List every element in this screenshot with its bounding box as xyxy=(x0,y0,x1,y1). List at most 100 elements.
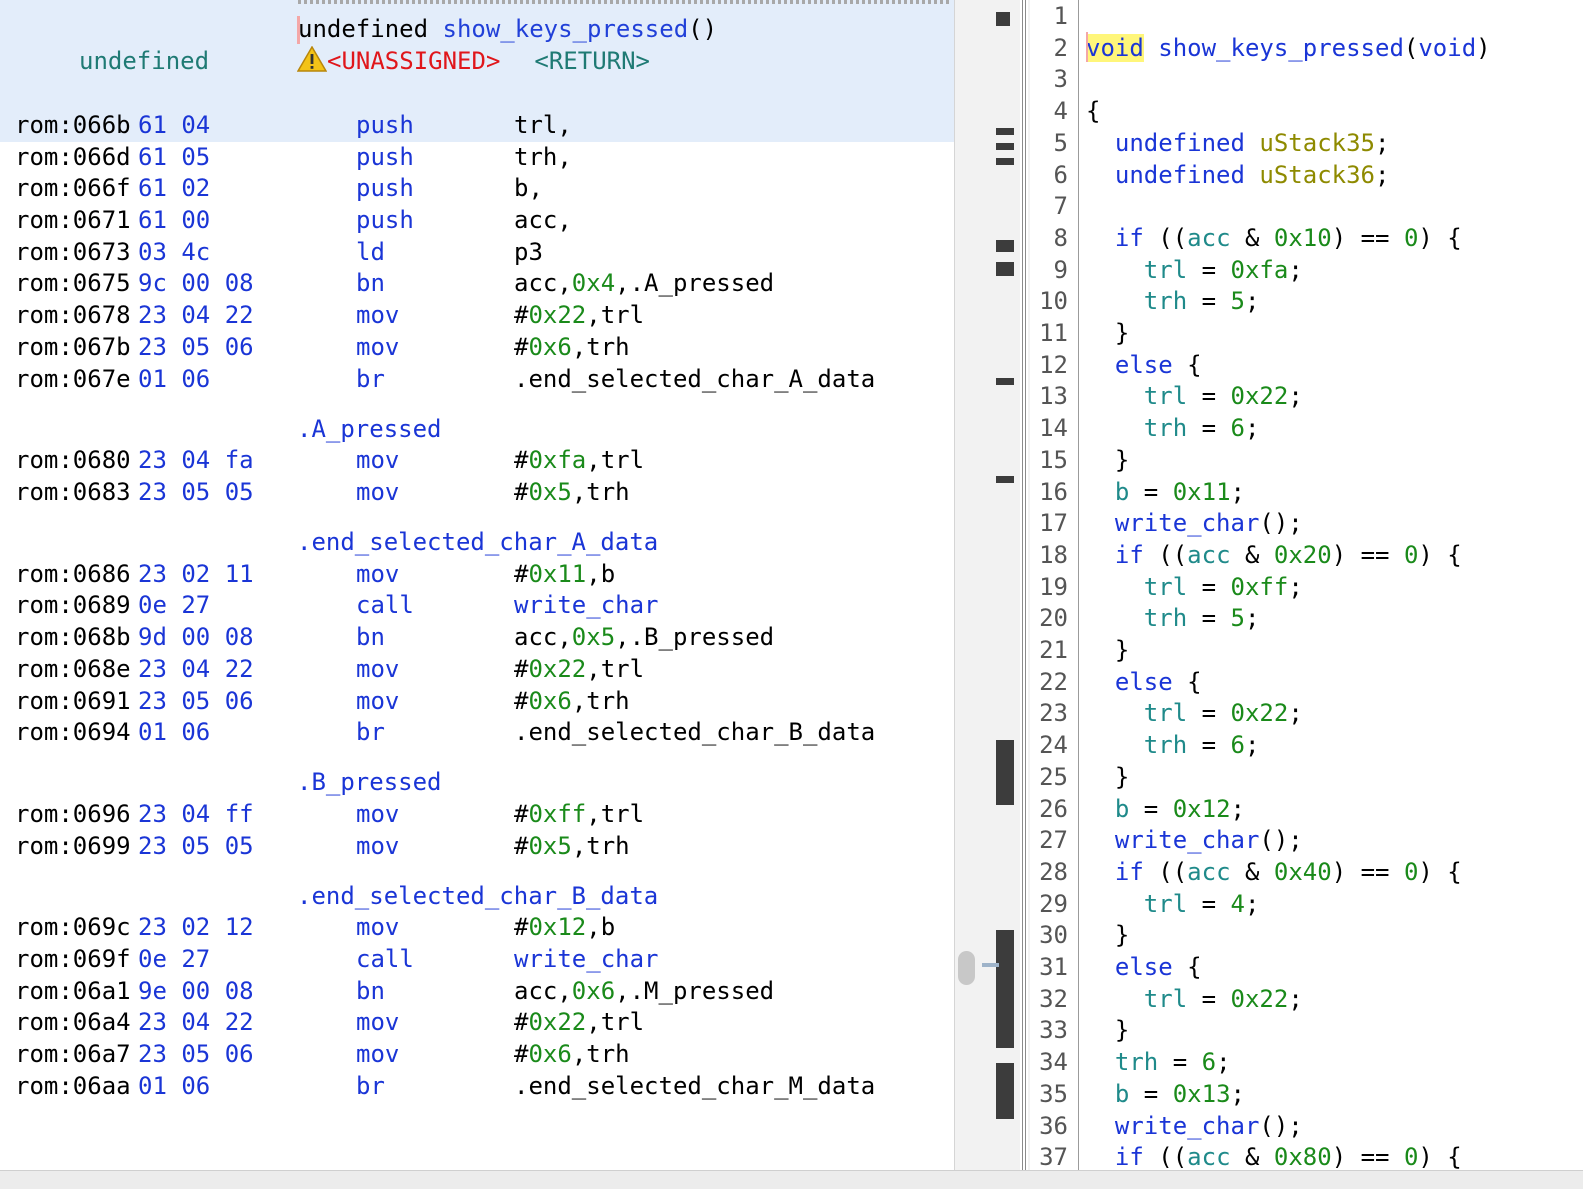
token-num[interactable]: 0 xyxy=(1404,224,1418,252)
operand-text[interactable]: # xyxy=(514,301,528,329)
token-num[interactable]: 5 xyxy=(1231,604,1245,632)
code-line[interactable]: write_char(); xyxy=(1086,824,1303,856)
code-line[interactable]: else { xyxy=(1086,951,1202,983)
operand-scalar[interactable]: 0x5 xyxy=(528,478,571,506)
operand-text[interactable]: .end_selected_char_M_data xyxy=(514,1072,875,1100)
token-ty[interactable]: undefined xyxy=(1115,161,1245,189)
mnemonic[interactable]: mov xyxy=(356,798,399,830)
address[interactable]: rom:0675 xyxy=(15,267,131,299)
token-reg[interactable]: b xyxy=(1115,1080,1129,1108)
instruction-bytes[interactable]: 23 02 12 xyxy=(138,911,254,943)
mnemonic[interactable]: mov xyxy=(356,299,399,331)
operands[interactable]: write_char xyxy=(514,589,659,621)
token-num[interactable]: 4 xyxy=(1231,890,1245,918)
code-label[interactable]: .B_pressed xyxy=(297,766,442,798)
token-reg[interactable]: trl xyxy=(1144,699,1187,727)
mnemonic[interactable]: mov xyxy=(356,444,399,476)
token-reg[interactable]: trl xyxy=(1144,573,1187,601)
operand-text[interactable]: # xyxy=(514,333,528,361)
code-label[interactable]: .A_pressed xyxy=(297,413,442,445)
token-num[interactable]: 6 xyxy=(1202,1048,1216,1076)
instruction-bytes[interactable]: 23 04 22 xyxy=(138,299,254,331)
token-kw[interactable]: else xyxy=(1115,668,1173,696)
code-line[interactable]: if ((acc & 0x10) == 0) { xyxy=(1086,222,1462,254)
code-line[interactable]: b = 0x12; xyxy=(1086,793,1245,825)
code-line[interactable]: } xyxy=(1086,444,1129,476)
instruction-bytes[interactable]: 9c 00 08 xyxy=(138,267,254,299)
token-reg[interactable]: trh xyxy=(1144,287,1187,315)
code-line[interactable]: else { xyxy=(1086,349,1202,381)
operand-scalar[interactable]: 0x5 xyxy=(572,623,615,651)
operands[interactable]: acc,0x5,.B_pressed xyxy=(514,621,774,653)
operand-text[interactable]: acc, xyxy=(514,977,572,1005)
token-reg[interactable]: acc xyxy=(1187,541,1230,569)
mnemonic[interactable]: call xyxy=(356,943,414,975)
mnemonic[interactable]: mov xyxy=(356,1038,399,1070)
operand-text[interactable]: # xyxy=(514,800,528,828)
code-line[interactable]: if ((acc & 0x80) == 0) { xyxy=(1086,1141,1462,1170)
code-line[interactable]: trl = 0x22; xyxy=(1086,697,1303,729)
operand-text[interactable]: acc, xyxy=(514,206,572,234)
instruction-bytes[interactable]: 23 05 06 xyxy=(138,1038,254,1070)
code-line[interactable]: if ((acc & 0x20) == 0) { xyxy=(1086,539,1462,571)
operand-text[interactable]: ,.M_pressed xyxy=(615,977,774,1005)
code-line[interactable]: trh = 6; xyxy=(1086,729,1260,761)
address[interactable]: rom:068e xyxy=(15,653,131,685)
instruction-bytes[interactable]: 0e 27 xyxy=(138,943,210,975)
mnemonic[interactable]: bn xyxy=(356,975,385,1007)
token-num[interactable]: 0x80 xyxy=(1274,1143,1332,1170)
operand-text[interactable]: # xyxy=(514,1040,528,1068)
token-num[interactable]: 0xff xyxy=(1231,573,1289,601)
mnemonic[interactable]: mov xyxy=(356,331,399,363)
address[interactable]: rom:06a7 xyxy=(15,1038,131,1070)
code-line[interactable]: trl = 0xff; xyxy=(1086,571,1303,603)
token-reg[interactable]: trh xyxy=(1144,604,1187,632)
token-fn[interactable]: show_keys_pressed xyxy=(1158,34,1404,62)
instruction-bytes[interactable]: 9e 00 08 xyxy=(138,975,254,1007)
operand-scalar[interactable]: 0x6 xyxy=(528,1040,571,1068)
operand-scalar[interactable]: 0x22 xyxy=(528,655,586,683)
operand-label[interactable]: write_char xyxy=(514,591,659,619)
token-kw[interactable]: else xyxy=(1115,351,1173,379)
token-kw[interactable]: else xyxy=(1115,953,1173,981)
operands[interactable]: trl, xyxy=(514,109,572,141)
instruction-bytes[interactable]: 61 00 xyxy=(138,204,210,236)
token-reg[interactable]: trl xyxy=(1144,890,1187,918)
token-num[interactable]: 0x22 xyxy=(1231,382,1289,410)
token-reg[interactable]: trh xyxy=(1115,1048,1158,1076)
operand-text[interactable]: b, xyxy=(514,174,543,202)
operands[interactable]: b, xyxy=(514,172,543,204)
operands[interactable]: .end_selected_char_B_data xyxy=(514,716,875,748)
operand-text[interactable]: ,trl xyxy=(586,301,644,329)
operands[interactable]: #0xff,trl xyxy=(514,798,644,830)
token-reg[interactable]: b xyxy=(1115,478,1129,506)
instruction-bytes[interactable]: 23 05 06 xyxy=(138,685,254,717)
operand-text[interactable]: acc, xyxy=(514,269,572,297)
operand-scalar[interactable]: 0x6 xyxy=(528,687,571,715)
address[interactable]: rom:0691 xyxy=(15,685,131,717)
address[interactable]: rom:067b xyxy=(15,331,131,363)
operand-text[interactable]: # xyxy=(514,446,528,474)
operands[interactable]: .end_selected_char_M_data xyxy=(514,1070,875,1102)
instruction-bytes[interactable]: 23 05 05 xyxy=(138,476,254,508)
token-num[interactable]: 6 xyxy=(1231,414,1245,442)
instruction-bytes[interactable]: 61 02 xyxy=(138,172,210,204)
code-line[interactable]: else { xyxy=(1086,666,1202,698)
instruction-bytes[interactable]: 23 05 06 xyxy=(138,331,254,363)
token-kw[interactable]: if xyxy=(1115,1143,1144,1170)
mnemonic[interactable]: push xyxy=(356,204,414,236)
operands[interactable]: #0x12,b xyxy=(514,911,615,943)
operand-text[interactable]: ,.B_pressed xyxy=(615,623,774,651)
operand-label[interactable]: write_char xyxy=(514,945,659,973)
operand-scalar[interactable]: 0x11 xyxy=(528,560,586,588)
mnemonic[interactable]: br xyxy=(356,1070,385,1102)
code-line[interactable]: } xyxy=(1086,919,1129,951)
code-line[interactable]: { xyxy=(1086,95,1100,127)
token-fn[interactable]: write_char xyxy=(1115,826,1260,854)
operand-scalar[interactable]: 0xfa xyxy=(528,446,586,474)
instruction-bytes[interactable]: 01 06 xyxy=(138,716,210,748)
code-line[interactable]: trh = 6; xyxy=(1086,1046,1231,1078)
operand-text[interactable]: # xyxy=(514,1008,528,1036)
operand-scalar[interactable]: 0x12 xyxy=(528,913,586,941)
operand-text[interactable]: ,trl xyxy=(586,446,644,474)
